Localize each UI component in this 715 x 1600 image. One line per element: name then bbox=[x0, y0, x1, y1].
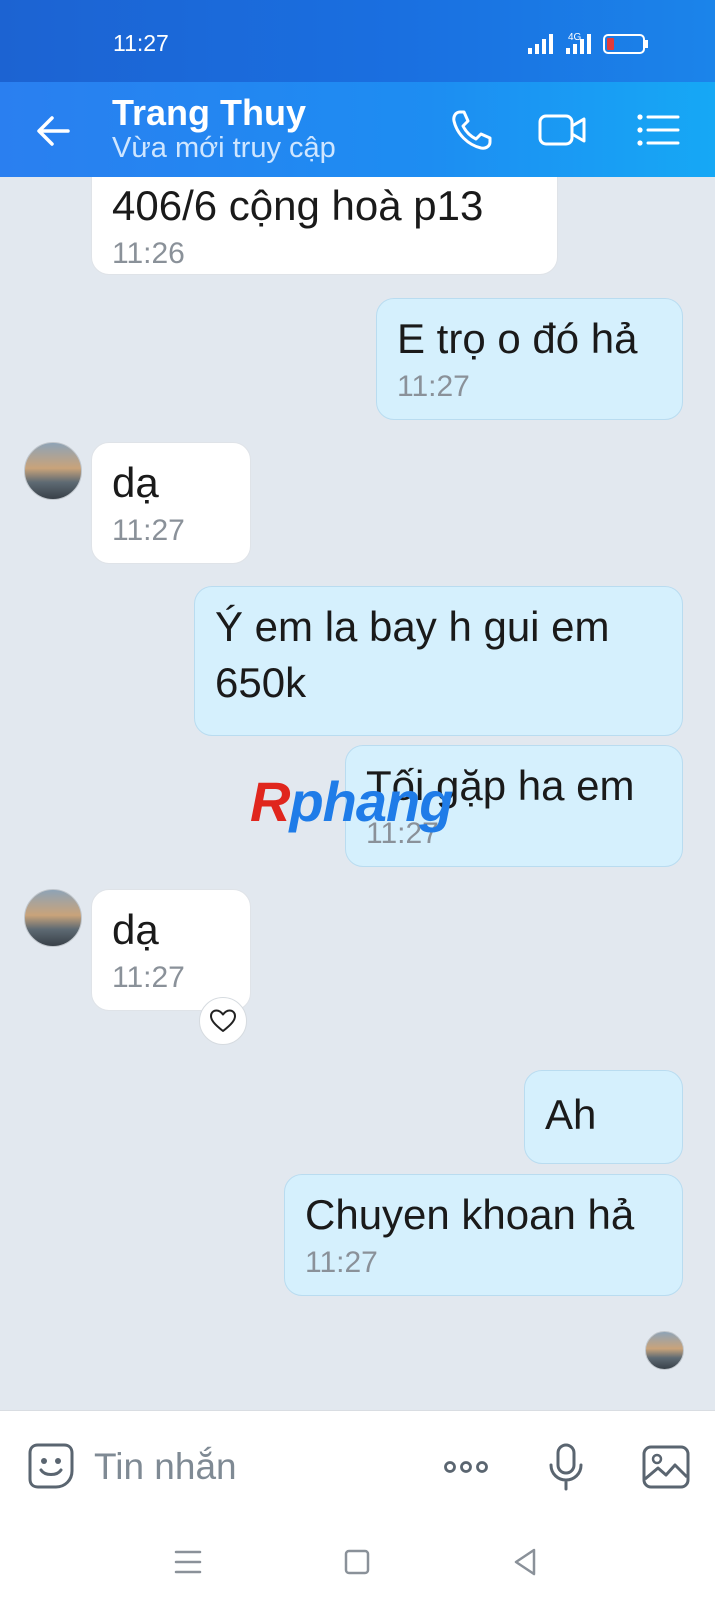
message-text: Ah bbox=[545, 1091, 597, 1138]
message-bubble-outgoing[interactable]: Chuyen khoan hả 11:27 bbox=[284, 1174, 683, 1296]
heart-outline-icon bbox=[210, 1009, 236, 1032]
message-bubble-incoming[interactable]: 406/6 cộng hoà p13 11:26 bbox=[91, 177, 558, 275]
signal-bars-icon bbox=[528, 34, 553, 54]
more-dots-icon[interactable] bbox=[440, 1441, 492, 1493]
image-gallery-icon[interactable] bbox=[640, 1441, 692, 1493]
message-bubble-outgoing[interactable]: Ý em la bay h gui em 650k bbox=[194, 586, 683, 736]
message-bubble-outgoing[interactable]: Ah bbox=[524, 1070, 683, 1164]
message-bubble-incoming[interactable]: dạ 11:27 bbox=[91, 442, 251, 564]
message-text: 406/6 cộng hoà p13 bbox=[112, 182, 484, 229]
message-bubble-incoming[interactable]: dạ 11:27 bbox=[91, 889, 251, 1011]
chat-header: Trang Thuy Vừa mới truy cập bbox=[0, 82, 715, 177]
status-bar: 11:27 4G bbox=[0, 0, 715, 82]
message-input[interactable] bbox=[92, 1439, 416, 1495]
contact-status: Vừa mới truy cập bbox=[112, 132, 336, 164]
battery-low-icon bbox=[603, 34, 648, 54]
phone-call-icon[interactable] bbox=[446, 104, 498, 156]
message-list[interactable]: 406/6 cộng hoà p13 11:26 E trọ o đó hả 1… bbox=[0, 177, 715, 1410]
message-time: 11:27 bbox=[305, 1246, 378, 1279]
status-icons: 4G bbox=[528, 32, 648, 54]
back-arrow-icon[interactable] bbox=[28, 106, 78, 156]
status-time: 11:27 bbox=[113, 30, 169, 56]
watermark-rest: phang bbox=[289, 770, 453, 833]
watermark-letter: R bbox=[250, 770, 290, 833]
message-time: 11:27 bbox=[112, 961, 185, 994]
watermark-logo: Rphang bbox=[250, 769, 453, 834]
contact-avatar[interactable] bbox=[24, 442, 82, 500]
seen-avatar bbox=[645, 1331, 684, 1370]
network-label: 4G bbox=[568, 32, 582, 43]
network-4g-icon: 4G bbox=[566, 32, 591, 54]
message-time: 11:27 bbox=[397, 370, 470, 403]
contact-name[interactable]: Trang Thuy bbox=[112, 92, 306, 134]
message-time: 11:26 bbox=[112, 237, 185, 270]
system-nav-bar bbox=[0, 1522, 715, 1600]
microphone-icon[interactable] bbox=[540, 1441, 592, 1493]
video-call-icon[interactable] bbox=[536, 104, 588, 156]
menu-list-icon[interactable] bbox=[632, 104, 684, 156]
back-triangle-icon[interactable] bbox=[506, 1542, 546, 1582]
emoji-sticker-icon[interactable] bbox=[26, 1441, 76, 1491]
react-heart-button[interactable] bbox=[199, 997, 247, 1045]
message-text-line: 650k bbox=[215, 659, 307, 706]
message-text: E trọ o đó hả bbox=[397, 315, 638, 362]
message-bubble-outgoing[interactable]: E trọ o đó hả 11:27 bbox=[376, 298, 683, 420]
home-square-icon[interactable] bbox=[337, 1542, 377, 1582]
message-text: Chuyen khoan hả bbox=[305, 1191, 635, 1238]
message-input-bar bbox=[0, 1410, 715, 1523]
message-text: dạ bbox=[112, 906, 159, 953]
message-time: 11:27 bbox=[112, 514, 185, 547]
contact-avatar[interactable] bbox=[24, 889, 82, 947]
message-text-line: Ý em la bay h gui em bbox=[215, 603, 610, 650]
recent-apps-icon[interactable] bbox=[168, 1542, 208, 1582]
message-text: dạ bbox=[112, 459, 159, 506]
